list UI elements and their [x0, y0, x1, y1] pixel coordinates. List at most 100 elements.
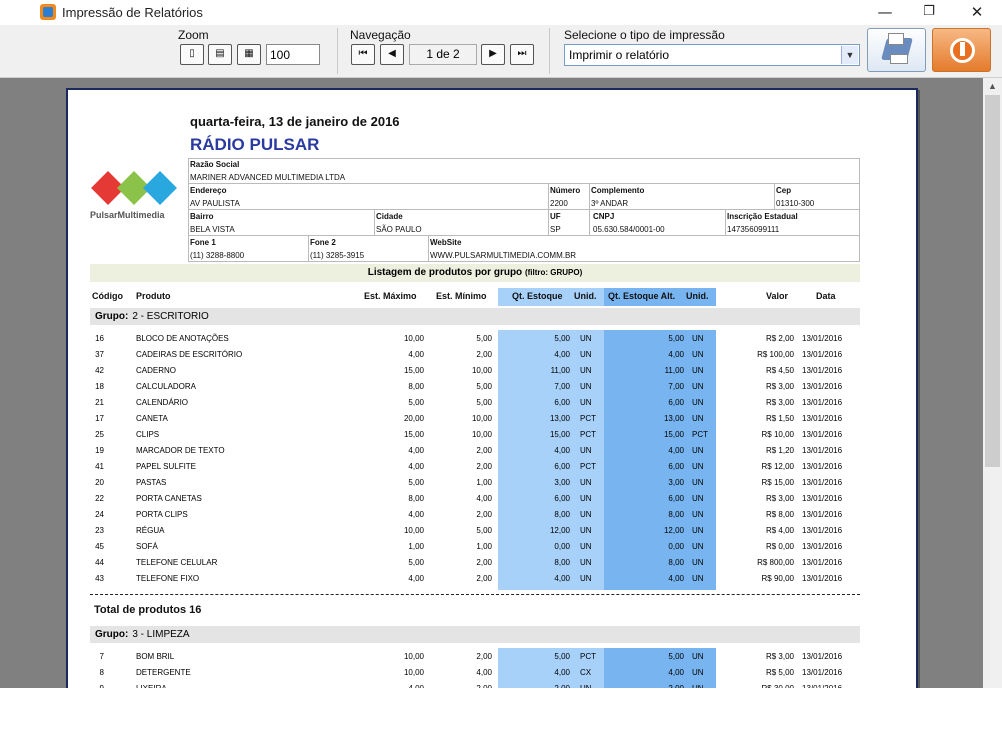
report-page: quarta-feira, 13 de janeiro de 2016 RÁDI… — [66, 88, 918, 688]
scroll-thumb[interactable] — [985, 95, 1000, 467]
zoom-input[interactable] — [266, 44, 320, 65]
cell-unid-alt: UN — [692, 652, 704, 661]
app-icon — [40, 4, 56, 20]
complemento-label: Complemento — [591, 186, 645, 195]
endereco-label: Endereço — [190, 186, 227, 195]
table-row: 17 CANETA 20,00 10,00 13,00 PCT 13,00 UN R$ 1,50… — [68, 414, 868, 428]
cell-max: 15,00 — [403, 430, 424, 439]
complemento-value: 3º ANDAR — [591, 199, 629, 208]
cell-qt-alt: 5,00 — [668, 334, 684, 343]
close-button[interactable]: ✕ — [954, 0, 1000, 25]
maximize-button[interactable]: ❐ — [906, 0, 952, 25]
cell-produto: CADERNO — [136, 366, 177, 375]
cell-max: 1,00 — [408, 542, 424, 551]
cell-data: 13/01/2016 — [802, 334, 843, 343]
cell-qt-alt: 0,00 — [668, 542, 684, 551]
cell-codigo: 41 — [95, 462, 104, 471]
cell-qt-alt: 4,00 — [668, 446, 684, 455]
cell-data: 13/01/2016 — [802, 494, 843, 503]
first-page-button[interactable]: ⏮ — [351, 44, 375, 65]
cell-qt: 4,00 — [554, 574, 570, 583]
cell-qt: 4,00 — [554, 446, 570, 455]
print-button[interactable] — [867, 28, 926, 72]
report-viewer[interactable]: quarta-feira, 13 de janeiro de 2016 RÁDI… — [0, 78, 983, 688]
zoom-page-icon[interactable]: ▯ — [180, 44, 204, 65]
cell-qt: 11,00 — [550, 366, 570, 375]
cell-data: 13/01/2016 — [802, 446, 843, 455]
cell-qt-alt: 4,00 — [668, 668, 684, 677]
cell-min: 5,00 — [476, 382, 492, 391]
cell-codigo: 7 — [99, 652, 104, 661]
cell-valor: R$ 4,50 — [765, 366, 794, 375]
cell-min: 2,00 — [476, 574, 492, 583]
scroll-up-icon[interactable]: ▲ — [983, 78, 1002, 95]
cell-produto: TELEFONE FIXO — [136, 574, 200, 583]
bairro-label: Bairro — [190, 212, 214, 221]
cell-data: 13/01/2016 — [802, 558, 843, 567]
table-row: 22 PORTA CANETAS 8,00 4,00 6,00 UN 6,00 UN R$ 3,… — [68, 494, 868, 508]
cell-unid: UN — [580, 382, 592, 391]
print-type-select[interactable]: Imprimir o relatório ▼ — [564, 44, 860, 66]
last-page-button[interactable]: ⏭ — [510, 44, 534, 65]
fone2-value: (11) 3285-3915 — [310, 251, 365, 260]
cell-valor: R$ 90,00 — [761, 574, 794, 583]
company-name: RÁDIO PULSAR — [190, 135, 320, 154]
cell-unid: UN — [580, 510, 592, 519]
cell-valor: R$ 1,20 — [765, 446, 794, 455]
print-type-value: Imprimir o relatório — [569, 48, 670, 62]
navigation-label: Navegação — [350, 28, 411, 42]
cell-unid: UN — [580, 398, 592, 407]
cell-produto: RÉGUA — [136, 526, 165, 535]
cell-codigo: 20 — [95, 478, 104, 487]
cell-data: 13/01/2016 — [802, 366, 843, 375]
zoom-width-icon[interactable]: ▤ — [208, 44, 232, 65]
prev-page-button[interactable]: ◀ — [380, 44, 404, 65]
next-page-button[interactable]: ▶ — [481, 44, 505, 65]
cell-produto: PASTAS — [136, 478, 167, 487]
table-row: 7 BOM BRIL 10,00 2,00 5,00 PCT 5,00 UN R$ 3,00 13… — [68, 652, 868, 666]
listing-filter: (filtro: GRUPO) — [524, 268, 583, 277]
separator — [337, 28, 338, 74]
cell-codigo: 45 — [95, 542, 104, 551]
print-type-label: Selecione o tipo de impressão — [564, 28, 725, 42]
cell-qt: 3,00 — [554, 478, 570, 487]
cell-valor: R$ 12,00 — [761, 462, 794, 471]
cell-codigo: 21 — [95, 398, 104, 407]
cell-qt-alt: 15,00 — [663, 430, 684, 439]
minimize-button[interactable]: — — [862, 0, 908, 25]
group-name: 3 - LIMPEZA — [132, 629, 190, 640]
cell-codigo: 44 — [95, 558, 104, 567]
col-codigo: Código — [92, 291, 123, 301]
table-row: 18 CALCULADORA 8,00 5,00 7,00 UN 7,00 UN R$ 3,00… — [68, 382, 868, 396]
cell-data: 13/01/2016 — [802, 478, 843, 487]
cell-unid: UN — [580, 542, 592, 551]
cidade-label: Cidade — [376, 212, 403, 221]
cell-data: 13/01/2016 — [802, 574, 843, 583]
col-valor: Valor — [766, 291, 789, 301]
vertical-scrollbar[interactable]: ▲ — [983, 78, 1002, 688]
window-title: Impressão de Relatórios — [62, 5, 203, 20]
table-row: 42 CADERNO 15,00 10,00 11,00 UN 11,00 UN R$ 4,50… — [68, 366, 868, 380]
cell-unid: UN — [580, 334, 592, 343]
cell-qt: 13,00 — [549, 414, 570, 423]
cell-unid: PCT — [580, 414, 596, 423]
cell-min: 5,00 — [476, 526, 492, 535]
group-name: 2 - ESCRITORIO — [132, 311, 209, 322]
cell-produto: CANETA — [136, 414, 168, 423]
cell-max: 10,00 — [403, 668, 424, 677]
cell-unid-alt: UN — [692, 350, 704, 359]
cell-qt: 4,00 — [554, 350, 570, 359]
bairro-value: BELA VISTA — [190, 225, 235, 234]
col-unid: Unid. — [574, 291, 597, 301]
group-header: Grupo: 3 - LIMPEZA — [90, 626, 860, 643]
cell-max: 10,00 — [403, 334, 424, 343]
cell-valor: R$ 800,00 — [757, 558, 794, 567]
cell-unid: UN — [580, 366, 592, 375]
exit-button[interactable] — [932, 28, 991, 72]
table-row: 24 PORTA CLIPS 4,00 2,00 8,00 UN 8,00 UN R$ 8,00… — [68, 510, 868, 524]
cell-max: 20,00 — [403, 414, 424, 423]
col-data: Data — [816, 291, 836, 301]
cell-unid-alt: UN — [692, 382, 704, 391]
zoom-multi-icon[interactable]: ▦ — [237, 44, 261, 65]
chevron-down-icon[interactable]: ▼ — [841, 46, 858, 64]
